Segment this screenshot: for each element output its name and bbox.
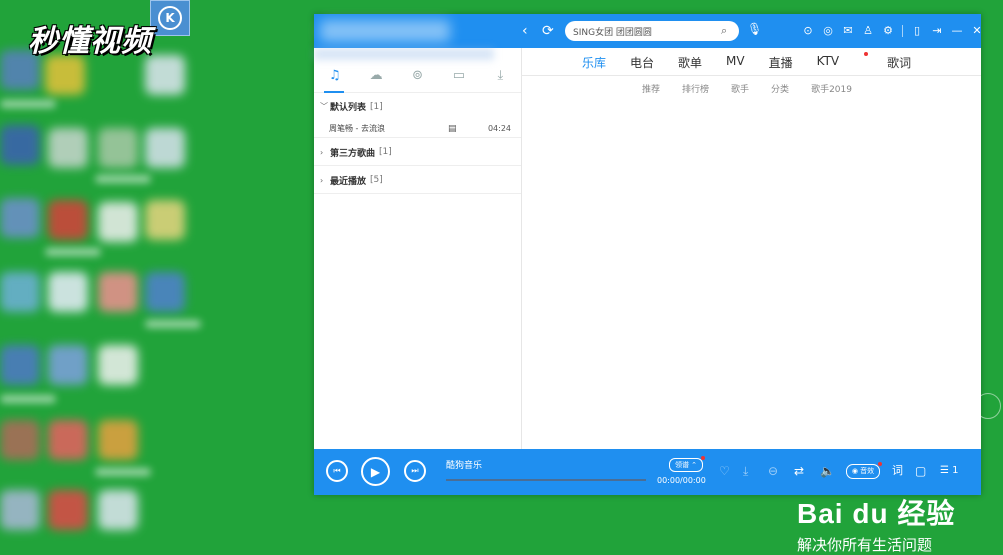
subtab-recommend[interactable]: 推荐: [642, 82, 660, 95]
theme-icon[interactable]: ⊙: [798, 22, 818, 40]
desktop-icon[interactable]: [98, 345, 138, 385]
desktop-icon[interactable]: [48, 345, 88, 385]
video-watermark: 秒懂视频: [28, 24, 152, 59]
notification-dot: [864, 52, 869, 56]
tab-playlists[interactable]: 歌单: [678, 54, 702, 71]
playlist-group-third-party[interactable]: › 第三方歌曲 [1]: [314, 139, 521, 166]
floating-ball-icon[interactable]: [975, 393, 1001, 419]
sound-effect-button[interactable]: ◉ 音效: [846, 462, 882, 479]
baidu-logo: Bai du 经验: [797, 498, 956, 529]
subtab-charts[interactable]: 排行榜: [682, 82, 709, 95]
desktop-icon[interactable]: [145, 55, 185, 95]
desktop-icon[interactable]: [48, 128, 88, 168]
playback-time: 00:00/00:00: [657, 476, 706, 485]
desktop-icon[interactable]: [145, 272, 185, 312]
lyrics-button[interactable]: 词: [892, 464, 903, 478]
desktop-icon[interactable]: [48, 490, 88, 530]
refresh-icon[interactable]: ⟳: [542, 22, 554, 40]
search-input[interactable]: SING女团 团团圆圆: [573, 25, 721, 38]
desktop-icon[interactable]: [145, 200, 185, 240]
sub-nav: 推荐 排行榜 歌手 分类 歌手2019: [642, 82, 874, 95]
main-nav: 乐库 电台 歌单 MV 直播 KTV 歌词: [582, 52, 935, 71]
game-icon[interactable]: ◎: [818, 22, 838, 40]
radio-icon[interactable]: ⊚: [397, 68, 438, 86]
kugou-shortcut-icon[interactable]: K: [150, 0, 190, 36]
desktop-icon[interactable]: [0, 125, 40, 165]
minimize-icon[interactable]: —: [947, 22, 967, 40]
download-icon[interactable]: ⤓: [743, 464, 748, 478]
mini-mode-icon[interactable]: ⇥: [927, 22, 947, 40]
desktop-icon[interactable]: [145, 128, 185, 168]
desktop-icon[interactable]: [98, 272, 138, 312]
music-note-icon[interactable]: ♫: [314, 68, 355, 86]
queue-button[interactable]: ☰ 1: [940, 464, 959, 478]
left-panel-tabs: ♫ ☁ ⊚ ▭ ⤓: [314, 68, 521, 86]
desktop-icon[interactable]: [0, 420, 40, 460]
left-panel: ♫ ☁ ⊚ ▭ ⤓ ﹀ 默认列表 [1] 周笔畅 - 去流浪 ▤ 04:24 ›…: [314, 48, 522, 449]
desktop-icon[interactable]: [0, 490, 40, 530]
desktop-icon[interactable]: [98, 490, 138, 530]
tab-mv[interactable]: MV: [726, 54, 745, 71]
subtab-singers-2019[interactable]: 歌手2019: [811, 82, 852, 95]
skin-icon[interactable]: ♙: [858, 22, 878, 40]
subtab-categories[interactable]: 分类: [771, 82, 789, 95]
title-bar: ‹ ⟳ SING女团 团团圆圆 ⌕ 🎙 ⊙ ◎ ✉ ♙ ⚙ ▯ ⇥ — ✕: [314, 14, 982, 48]
heart-icon[interactable]: ♡: [719, 464, 730, 478]
chevron-down-icon: ﹀: [320, 102, 328, 111]
back-icon[interactable]: ‹: [522, 22, 528, 40]
desktop-icon[interactable]: [45, 55, 85, 95]
subtab-singers[interactable]: 歌手: [731, 82, 749, 95]
desktop-icon[interactable]: [0, 345, 40, 385]
tab-lyrics[interactable]: 歌词: [887, 54, 911, 71]
comment-icon[interactable]: ▢: [915, 464, 926, 478]
baidu-jingyan-watermark: Bai du 经验 解决你所有生活问题: [797, 492, 955, 555]
mv-icon[interactable]: ▤: [448, 124, 488, 134]
download-icon[interactable]: ⤓: [480, 68, 521, 86]
now-playing-title: 酷狗音乐: [446, 461, 483, 471]
player-bar: ⏮ ▶ ⏭ 酷狗音乐 领谱 ⌃ 00:00/00:00 ♡ ⤓ ⊖ ⇄ 🔈 ◉ …: [314, 449, 981, 495]
phone-icon[interactable]: ▭: [438, 68, 479, 86]
repeat-icon[interactable]: ⇄: [794, 464, 804, 478]
desktop-icon[interactable]: [0, 272, 40, 312]
desktop-icon[interactable]: [48, 420, 88, 460]
search-box[interactable]: SING女团 团团圆圆 ⌕: [565, 21, 739, 41]
microphone-icon[interactable]: 🎙: [747, 22, 762, 36]
settings-icon[interactable]: ⚙: [878, 22, 898, 40]
volume-icon[interactable]: 🔈: [820, 464, 835, 478]
desktop-icon[interactable]: [0, 198, 40, 238]
mobile-icon[interactable]: ▯: [907, 22, 927, 40]
user-area-blurred: [320, 20, 450, 42]
more-icon[interactable]: ⊖: [768, 464, 778, 478]
tab-music-library[interactable]: 乐库: [582, 54, 606, 71]
playlist-group-recent[interactable]: › 最近播放 [5]: [314, 167, 521, 194]
next-button[interactable]: ⏭: [404, 460, 426, 482]
playlist-group-default[interactable]: ﹀ 默认列表 [1]: [314, 93, 521, 120]
cloud-icon[interactable]: ☁: [355, 68, 396, 86]
progress-bar[interactable]: [446, 479, 646, 481]
chevron-right-icon: ›: [320, 175, 324, 185]
quality-toggle[interactable]: 领谱 ⌃: [669, 456, 705, 472]
previous-button[interactable]: ⏮: [326, 460, 348, 482]
chevron-right-icon: ›: [320, 147, 324, 157]
desktop-icon[interactable]: [48, 272, 88, 312]
tab-ktv[interactable]: KTV: [817, 52, 869, 71]
desktop-icon[interactable]: [48, 200, 88, 240]
desktop-icon[interactable]: [98, 202, 138, 242]
tab-live[interactable]: 直播: [769, 54, 793, 71]
search-icon[interactable]: ⌕: [721, 24, 739, 38]
desktop-icon[interactable]: [98, 420, 138, 460]
kugou-window: ‹ ⟳ SING女团 团团圆圆 ⌕ 🎙 ⊙ ◎ ✉ ♙ ⚙ ▯ ⇥ — ✕ ♫ …: [314, 14, 982, 495]
close-icon[interactable]: ✕: [967, 22, 987, 40]
tab-radio[interactable]: 电台: [630, 54, 654, 71]
mail-icon[interactable]: ✉: [838, 22, 858, 40]
play-button[interactable]: ▶: [361, 457, 390, 486]
desktop-icon[interactable]: [98, 128, 138, 168]
list-item[interactable]: 周笔畅 - 去流浪 ▤ 04:24: [314, 120, 521, 138]
